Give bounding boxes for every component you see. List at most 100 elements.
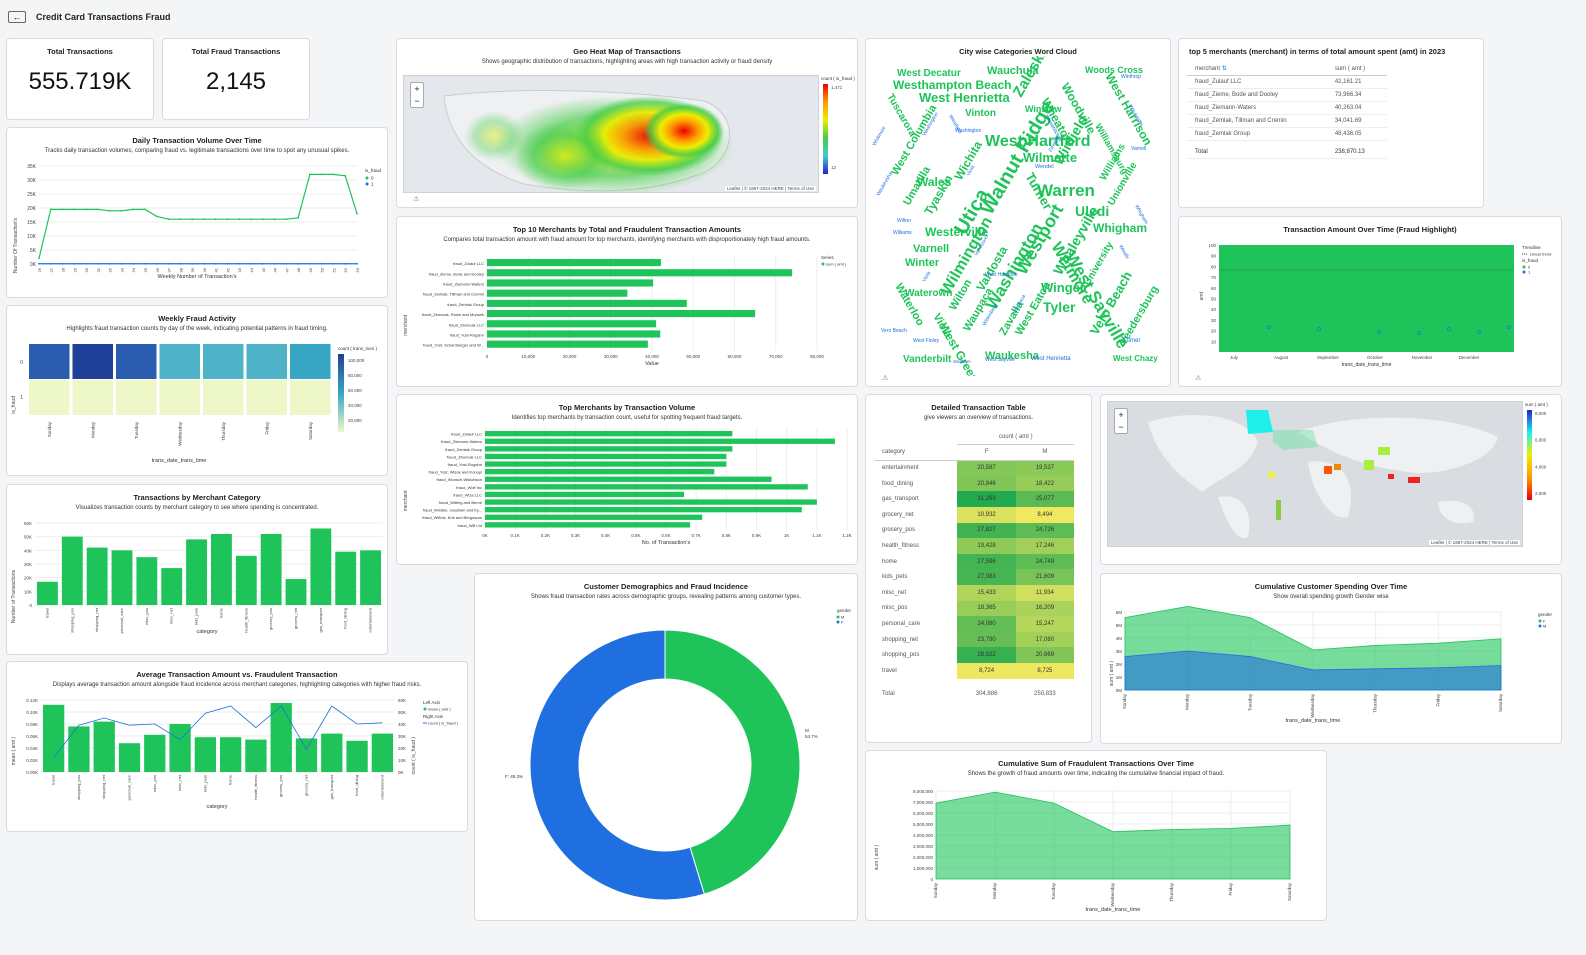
x-tick-label: 49 xyxy=(308,267,313,272)
table-row[interactable]: misc_pos 18,365 16,209 xyxy=(874,600,1074,617)
x-tick-label: health_fitness xyxy=(253,775,258,800)
col-header-merchant[interactable]: merchant ⇅ xyxy=(1187,62,1327,76)
y-tick-label: fraud_Zboncak LLC xyxy=(449,322,484,327)
table-row[interactable]: fraud_Zemlak Group 48,436.05 xyxy=(1187,127,1387,141)
legend-tick: 6,000 xyxy=(1535,438,1547,443)
zoom-in-button[interactable]: + xyxy=(411,83,423,95)
y-tick-label: fraud_Zemlak Group xyxy=(447,302,484,307)
data-point xyxy=(273,262,276,265)
chart-subtitle: Shows the growth of fraud amounts over t… xyxy=(967,771,1225,777)
y-tick-label: 50 xyxy=(1211,297,1217,302)
table-row[interactable]: misc_net 15,433 11,934 xyxy=(874,584,1074,601)
value-cell: 19,428 xyxy=(957,538,1016,554)
bar xyxy=(346,740,368,772)
y-tick-label: 4,000,000 xyxy=(913,833,934,838)
y-tick-label: 6,000,000 xyxy=(913,811,934,816)
data-point xyxy=(344,262,347,265)
map-zoom-control[interactable]: + − xyxy=(410,82,424,108)
bar xyxy=(487,269,793,277)
col-header-m[interactable]: M xyxy=(1016,445,1074,461)
y-tick-label: fraud_Yost, Wisok and Konopi xyxy=(429,470,483,475)
world-map[interactable]: + − Leaflet | © 1987-2024 HERE | Terms of… xyxy=(1107,401,1523,547)
heatmap-cell xyxy=(29,380,70,415)
x-tick-label: 0.2K xyxy=(541,533,550,538)
x-tick-label: misc_pos xyxy=(152,775,157,792)
page-title: Credit Card Transactions Fraud xyxy=(36,12,171,22)
table-row[interactable]: fraud_Ziemann-Waters 40,263.04 xyxy=(1187,101,1387,115)
wordcloud-canvas xyxy=(866,57,1171,387)
table-row[interactable]: gas_transport 31,293 25,077 xyxy=(874,491,1074,507)
x-tick-label: Saturday xyxy=(1287,882,1292,901)
volume-bar-chart: 0K 0.1K 0.2K 0.3K 0.4K 0.5K 0.6K 0.7K 0.8K 0.9K 1K… xyxy=(403,427,852,546)
table-row[interactable]: grocery_pos 27,827 24,726 xyxy=(874,522,1074,539)
table-row[interactable]: shopping_net 23,790 17,080 xyxy=(874,631,1074,648)
x-tick-label: 50 xyxy=(320,267,325,272)
legend-swatch xyxy=(821,262,825,266)
table-row[interactable]: fraud_Zemlak, Tillman and Cremin 34,041.6… xyxy=(1187,114,1387,128)
demographics-card: Customer Demographics and Fraud Incidenc… xyxy=(474,573,858,921)
zoom-out-button[interactable]: − xyxy=(1115,421,1127,433)
bar xyxy=(485,469,715,475)
table-row[interactable]: food_dining 20,846 18,422 xyxy=(874,475,1074,492)
table-row[interactable]: fraud_Zieme, Bode and Dooley 73,966.34 xyxy=(1187,88,1387,102)
y-tick-label: 100 xyxy=(1208,243,1216,248)
table-row[interactable]: entertainment 20,587 19,537 xyxy=(874,460,1074,476)
value-cell: 31,293 xyxy=(957,491,1016,507)
table-row[interactable]: kids_pets 27,083 21,609 xyxy=(874,569,1074,585)
col-group-header[interactable]: count ( amt ) xyxy=(957,429,1074,446)
zoom-in-button[interactable]: + xyxy=(1115,409,1127,421)
chart-title: Detailed Transaction Table xyxy=(931,403,1026,412)
col-header-sum[interactable]: sum ( amt ) xyxy=(1326,62,1387,76)
table-row[interactable]: home 27,596 24,749 xyxy=(874,553,1074,570)
back-button[interactable]: ← xyxy=(8,11,26,23)
x-tick-label: 46 xyxy=(273,267,278,272)
x-tick-label: July xyxy=(1230,355,1239,360)
sort-icon[interactable]: ⇅ xyxy=(1222,66,1227,72)
heatmap-cell xyxy=(203,344,244,379)
kpi-total-transactions: Total Transactions 555.719K xyxy=(6,38,154,120)
avg-amount-card: Average Transaction Amount vs. Fraudulen… xyxy=(6,661,468,832)
y-tick-label: 3,000,000 xyxy=(913,844,934,849)
legend-label: M xyxy=(1543,624,1546,629)
legend-tick: 20,000 xyxy=(348,418,362,423)
x-tick-label: Sunday xyxy=(1122,693,1127,709)
data-point xyxy=(285,262,288,265)
x-tick-label: 47 xyxy=(284,267,289,272)
x-tick-label: gas_transport xyxy=(318,607,323,632)
x-tick-label: kids_pets xyxy=(202,775,207,792)
y-tick-label: 2M xyxy=(1116,662,1123,667)
y2-tick-label: 60K xyxy=(398,698,406,703)
col-header-category[interactable]: category xyxy=(874,445,957,461)
y-axis-label: sum ( amt ) xyxy=(874,845,880,871)
chart-title: Cumulative Customer Spending Over Time xyxy=(1254,582,1408,591)
value-cell: 23,790 xyxy=(957,631,1016,648)
x-tick-label: food_dining xyxy=(343,608,348,629)
x-axis-label: trans_date_trans_time xyxy=(1286,718,1341,724)
table-row[interactable]: health_fitness 19,428 17,246 xyxy=(874,538,1074,554)
table-row[interactable]: fraud_Zulauf LLC 42,161.21 xyxy=(1187,75,1387,89)
data-point xyxy=(120,209,123,212)
table-row[interactable]: personal_care 24,080 15,247 xyxy=(874,616,1074,632)
table-row[interactable]: travel 8,724 8,725 xyxy=(874,662,1074,679)
y-tick-label: 35K xyxy=(27,164,37,170)
geo-map[interactable]: + − Leaflet | © 1987-2024 HERE | Terms of… xyxy=(403,75,819,193)
x-tick-label: food_dining xyxy=(354,775,359,796)
map-zoom-control[interactable]: + − xyxy=(1114,408,1128,434)
y-tick-label: 1 xyxy=(20,395,23,401)
value-cell: 17,080 xyxy=(1015,631,1074,648)
data-point xyxy=(38,262,40,265)
zoom-out-button[interactable]: − xyxy=(411,95,423,107)
legend-label: count ( is_fraud ) xyxy=(428,721,459,726)
map-attribution[interactable]: Leaflet | © 1987-2024 HERE | Terms of Us… xyxy=(1428,540,1520,545)
col-header-f[interactable]: F xyxy=(957,445,1015,461)
chart-title: Transaction Amount Over Time (Fraud High… xyxy=(1283,225,1457,234)
y2-tick-label: 30K xyxy=(398,734,406,739)
legend-swatch xyxy=(423,707,427,711)
y-tick-label: 40 xyxy=(1211,307,1217,312)
map-attribution[interactable]: Leaflet | © 1987-2024 HERE | Terms of Us… xyxy=(724,186,816,191)
heatmap-cell xyxy=(203,380,244,415)
table-row[interactable]: grocery_net 10,932 8,494 xyxy=(874,506,1074,523)
x-tick-label: 52 xyxy=(343,267,348,272)
x-axis-label: trans_date_trans_time xyxy=(152,458,207,464)
table-row[interactable]: shopping_pos 28,922 20,869 xyxy=(874,647,1074,663)
